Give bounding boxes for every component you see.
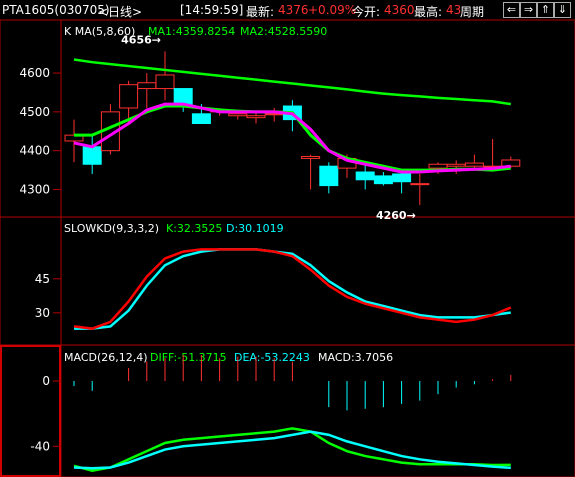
y-tick-label: 4600	[19, 66, 50, 80]
k-label: K:32.3525	[166, 222, 222, 235]
macd-title: MACD(26,12,4)	[64, 351, 148, 364]
candle-body	[246, 115, 266, 119]
candle-body	[410, 183, 430, 186]
candle-body	[319, 165, 339, 187]
macd-value-label: MACD:3.7056	[318, 351, 393, 364]
candle-body	[501, 159, 521, 167]
candle-body	[446, 163, 466, 167]
dea-label: DEA:-53.2243	[234, 351, 310, 364]
d-line	[74, 248, 511, 330]
candle-body	[373, 175, 393, 185]
price-panel: K MA(5,8,60) MA1:4359.8254 MA2:4528.5590	[64, 25, 327, 38]
candle-body	[119, 84, 139, 109]
ma1-label: MA1:4359.8254	[148, 25, 235, 38]
candle-body	[191, 113, 211, 125]
candle-body	[392, 173, 412, 183]
y-tick-label: 30	[35, 306, 50, 320]
ma2-line	[73, 58, 511, 106]
diff-label: DIFF:-51.3715	[150, 351, 227, 364]
macd-panel: MACD(26,12,4) DIFF:-51.3715 DEA:-53.2243…	[64, 351, 393, 364]
chart-canvas: K MA(5,8,60) MA1:4359.8254 MA2:4528.5590…	[0, 19, 575, 477]
candle-body	[228, 113, 248, 117]
selected-panel-box[interactable]	[0, 345, 61, 477]
candle-body	[464, 162, 484, 167]
candle-body	[82, 146, 102, 165]
ma1-line	[73, 102, 511, 174]
kd-title: SLOWKD(9,3,3,2)	[64, 222, 159, 235]
price-annotation: 4656→	[121, 33, 161, 46]
price-annotation: 4260→	[376, 209, 416, 222]
outer-frame	[0, 19, 575, 477]
candle-body	[355, 171, 375, 181]
candle-body	[301, 155, 321, 159]
d-label: D:30.1019	[226, 222, 284, 235]
y-tick-label: 4400	[19, 144, 50, 158]
kd-panel: SLOWKD(9,3,3,2) K:32.3525 D:30.1019	[64, 222, 284, 235]
y-tick-label: -40	[30, 439, 50, 453]
dea-line	[73, 430, 511, 470]
y-tick-label: 4300	[19, 182, 50, 196]
ma2-label: MA2:4528.5590	[240, 25, 327, 38]
candle-body	[137, 82, 157, 90]
candle-body	[428, 163, 448, 169]
y-tick-label: 0	[42, 374, 50, 388]
candle-body	[155, 74, 175, 90]
y-tick-label: 45	[35, 272, 50, 286]
y-tick-label: 4500	[19, 105, 50, 119]
